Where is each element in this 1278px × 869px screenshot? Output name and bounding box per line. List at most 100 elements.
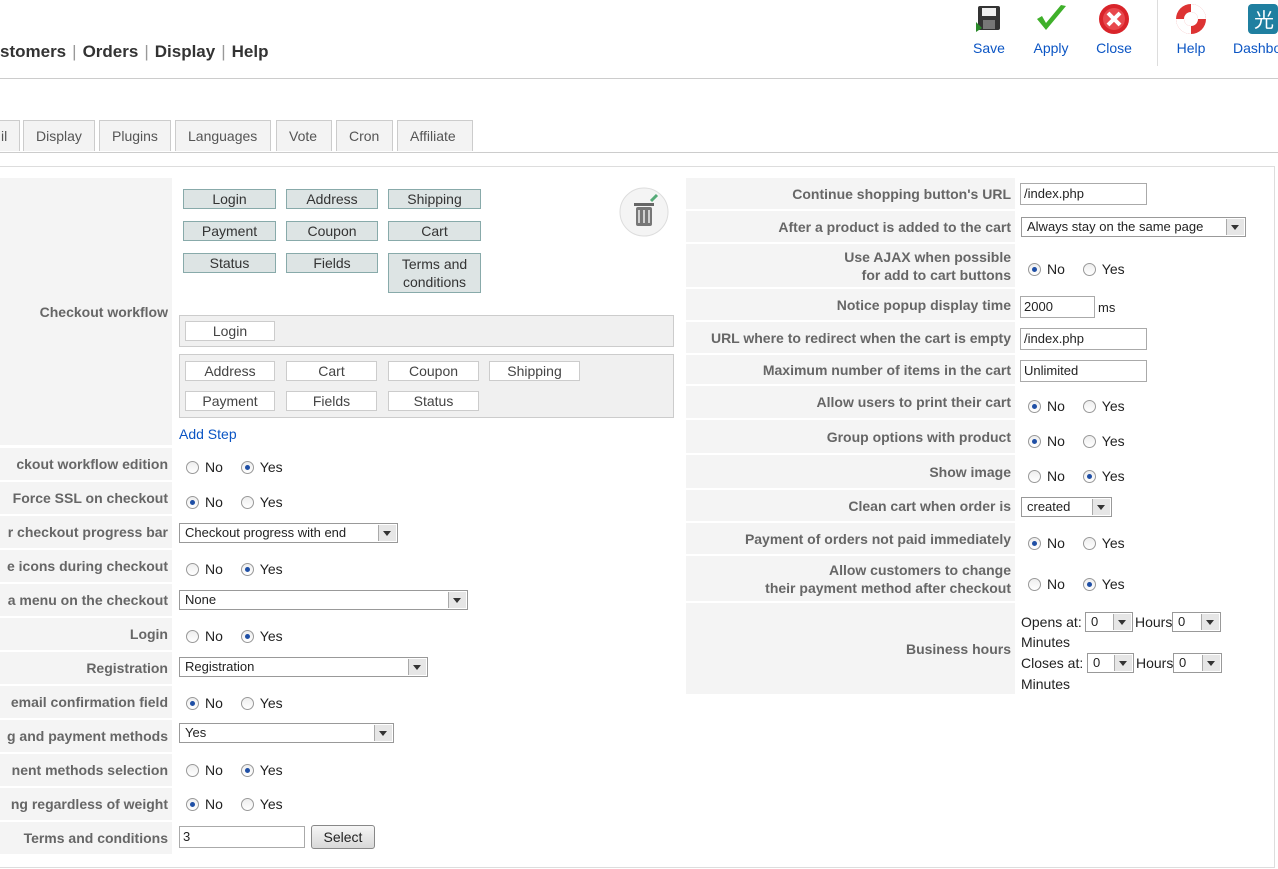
radio-yes[interactable] [240, 696, 254, 710]
available-step[interactable]: Fields [286, 253, 378, 273]
dashboard-label: Dashbo [1233, 40, 1278, 56]
registration-select[interactable]: Registration [179, 657, 428, 677]
opens-minutes-select[interactable]: 0 [1172, 612, 1221, 632]
max-items-input[interactable]: Unlimited [1020, 360, 1147, 382]
chevron-down-icon [408, 659, 426, 675]
trash-icon[interactable] [619, 187, 669, 237]
workflow-step-item[interactable]: Status [388, 391, 479, 411]
help-button[interactable]: Help [1160, 0, 1222, 56]
tab-mail[interactable]: il [0, 120, 20, 151]
radio-no[interactable] [1028, 399, 1041, 413]
field-label: Allow users to print their cart [686, 386, 1015, 419]
continue-url-input[interactable]: /index.php [1020, 183, 1147, 205]
available-step[interactable]: Address [286, 189, 378, 209]
radio-yes[interactable] [1082, 469, 1096, 483]
radio-yes[interactable] [240, 763, 254, 777]
radio-no[interactable] [186, 460, 199, 474]
workflow-step-item[interactable]: Address [185, 361, 275, 381]
radio-no[interactable] [1028, 469, 1041, 483]
radio-yes[interactable] [240, 460, 254, 474]
dashboard-button[interactable]: 光 Dashbo [1226, 0, 1278, 56]
opens-hours-select[interactable]: 0 [1085, 612, 1133, 632]
checkout-workflow-label: Checkout workflow [0, 178, 172, 446]
closes-hours-select[interactable]: 0 [1087, 653, 1134, 673]
radio-yes[interactable] [240, 562, 254, 576]
available-step[interactable]: Payment [183, 221, 276, 241]
menu-item-display[interactable]: Display [155, 42, 215, 61]
popup-time-input[interactable]: 2000 [1020, 296, 1095, 318]
tab-vote[interactable]: Vote [276, 120, 332, 151]
radio-no[interactable] [1028, 536, 1041, 550]
workflow-step-item[interactable]: Cart [286, 361, 377, 381]
radio-no[interactable] [186, 696, 199, 710]
available-step[interactable]: Status [183, 253, 276, 273]
radio-yes[interactable] [1082, 262, 1096, 276]
radio-no[interactable] [186, 495, 199, 509]
radio-no[interactable] [1028, 434, 1041, 448]
tab-languages[interactable]: Languages [175, 120, 271, 151]
chevron-down-icon [1114, 655, 1132, 671]
radio-no[interactable] [186, 763, 199, 777]
login-radio: No Yes [186, 627, 297, 644]
radio-no[interactable] [1028, 577, 1041, 591]
close-button[interactable]: Close [1083, 0, 1145, 56]
closes-minutes-select[interactable]: 0 [1173, 653, 1222, 673]
field-label: Force SSL on checkout [0, 482, 172, 515]
workflow-step-item[interactable]: Coupon [388, 361, 479, 381]
chevron-down-icon [1092, 499, 1110, 515]
workflow-step-2: Address Cart Coupon Shipping Payment Fie… [179, 354, 674, 418]
radio-yes[interactable] [240, 629, 254, 643]
field-label: Allow customers to change their payment m… [686, 556, 1015, 602]
workflow-step-1: Login [179, 315, 674, 347]
dashboard-icon: 光 [1246, 2, 1278, 36]
available-step[interactable]: Terms and conditions [388, 253, 481, 293]
terms-input[interactable]: 3 [179, 826, 305, 848]
field-label: g and payment methods [0, 720, 172, 753]
radio-yes[interactable] [1082, 536, 1096, 550]
radio-yes[interactable] [1082, 399, 1096, 413]
radio-yes[interactable] [1082, 577, 1096, 591]
progress-bar-select[interactable]: Checkout progress with end [179, 523, 398, 543]
empty-cart-url-input[interactable]: /index.php [1020, 328, 1147, 350]
unpaid-orders-radio: No Yes [1028, 534, 1139, 551]
field-label: Terms and conditions [0, 822, 172, 855]
available-step[interactable]: Login [183, 189, 276, 209]
save-button[interactable]: Save [958, 0, 1020, 56]
menu-select[interactable]: None [179, 590, 468, 610]
payment-methods-select[interactable]: Yes [179, 723, 394, 743]
radio-yes[interactable] [1082, 434, 1096, 448]
available-step[interactable]: Coupon [286, 221, 378, 241]
radio-no[interactable] [186, 562, 199, 576]
available-step[interactable]: Shipping [388, 189, 481, 209]
workflow-step-item[interactable]: Fields [286, 391, 377, 411]
change-payment-radio: No Yes [1028, 575, 1139, 592]
available-step[interactable]: Cart [388, 221, 481, 241]
payment-selection-radio: No Yes [186, 761, 297, 778]
radio-yes[interactable] [240, 797, 254, 811]
workflow-step-item[interactable]: Payment [185, 391, 275, 411]
field-label: Clean cart when order is [686, 490, 1015, 522]
radio-no[interactable] [1028, 262, 1041, 276]
menu-item-orders[interactable]: Orders [83, 42, 139, 61]
workflow-step-item[interactable]: Shipping [489, 361, 580, 381]
clean-cart-select[interactable]: created [1021, 497, 1112, 517]
radio-yes[interactable] [240, 495, 254, 509]
tab-cron[interactable]: Cron [336, 120, 393, 151]
menu-item-help[interactable]: Help [232, 42, 269, 61]
tab-affiliate[interactable]: Affiliate [397, 120, 473, 151]
radio-no[interactable] [186, 797, 199, 811]
chevron-down-icon [374, 725, 392, 741]
add-step-link[interactable]: Add Step [179, 426, 237, 442]
apply-button[interactable]: Apply [1020, 0, 1082, 56]
select-button[interactable]: Select [311, 825, 375, 849]
close-label: Close [1096, 40, 1132, 56]
menu-item-customers[interactable]: stomers [0, 42, 66, 61]
weight-radio: No Yes [186, 795, 297, 812]
tab-plugins[interactable]: Plugins [99, 120, 171, 151]
select-value: 0 [1093, 655, 1101, 670]
workflow-step-item[interactable]: Login [185, 321, 275, 341]
after-add-select[interactable]: Always stay on the same page [1021, 217, 1246, 237]
radio-no[interactable] [186, 629, 199, 643]
chevron-down-icon [1113, 614, 1131, 630]
tab-display[interactable]: Display [23, 120, 95, 151]
